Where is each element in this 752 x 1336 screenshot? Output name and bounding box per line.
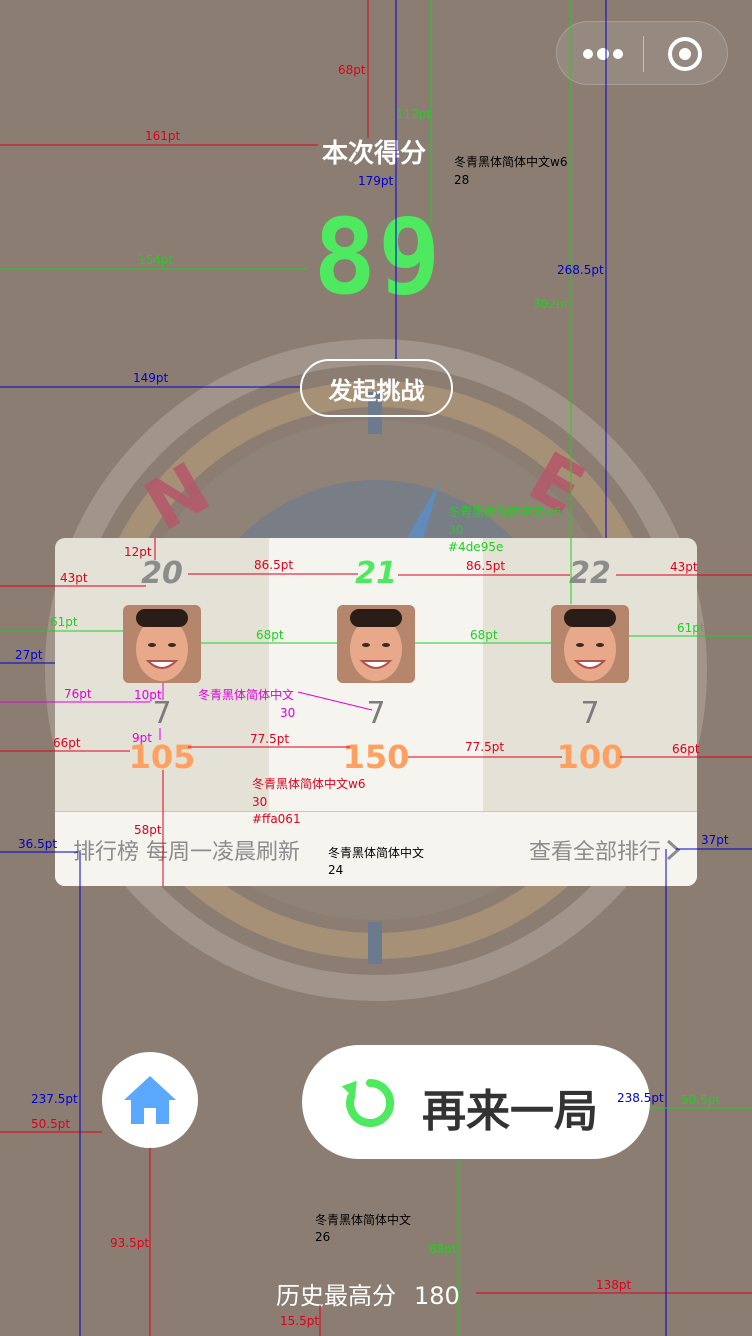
annotation-label: 58pt	[134, 823, 162, 837]
annotation-label: 冬青黑体简体中文w6	[252, 777, 366, 791]
annotation-label: 30	[448, 523, 464, 537]
annotation-label: 302pt	[533, 297, 569, 311]
annotation-label: 冬青黑体简体中文	[328, 846, 425, 860]
annotation-lines	[0, 0, 752, 1336]
annotation-label: 77.5pt	[465, 740, 505, 754]
annotation-label: 冬青黑体简体中文	[315, 1213, 412, 1227]
annotation-label: 43pt	[60, 571, 88, 585]
annotation-label: 86.5pt	[254, 558, 294, 572]
annotation-label: 68pt	[338, 63, 366, 77]
annotation-label: 9pt	[132, 731, 152, 745]
annotation-label: 86.5pt	[466, 559, 506, 573]
annotation-label: 238.5pt	[617, 1091, 664, 1105]
annotation-label: 179pt	[358, 174, 394, 188]
annotation-label: 154pt	[138, 253, 174, 267]
annotation-label: 43pt	[670, 560, 698, 574]
annotation-label: 12pt	[124, 545, 152, 559]
annotation-label: 24	[328, 863, 344, 877]
annotation-label: 50.5pt	[681, 1093, 721, 1107]
annotation-label: #ffa061	[252, 812, 301, 826]
annotation-label: 36.5pt	[18, 837, 58, 851]
annotation-label: 冬青黑体简体中文w6	[454, 155, 568, 169]
annotation-label: 138pt	[596, 1278, 632, 1292]
annotation-label: 161pt	[145, 129, 181, 143]
annotation-label: 68pt	[470, 628, 498, 642]
annotation-label: 15.5pt	[280, 1314, 320, 1328]
annotation-label: 37pt	[701, 833, 729, 847]
annotation-label: 冬青黑体简体中文	[198, 688, 295, 702]
annotation-label: #4de95e	[448, 540, 504, 554]
annotation-label: 冬青黑体简体中文w6	[448, 505, 562, 519]
annotation-label: 61pt	[677, 621, 705, 635]
annotation-label: 112pt	[396, 107, 432, 121]
annotation-label: 77.5pt	[250, 732, 290, 746]
annotation-label: 30	[252, 795, 268, 809]
annotation-label: 61pt	[50, 615, 78, 629]
annotation-label: 237.5pt	[31, 1092, 78, 1106]
annotation-label: 268.5pt	[557, 263, 604, 277]
annotation-label: 88pt	[429, 1242, 457, 1256]
annotation-label: 76pt	[64, 687, 92, 701]
annotation-label: 66pt	[672, 742, 700, 756]
annotation-label: 10pt	[134, 688, 162, 702]
annotation-label: 93.5pt	[110, 1236, 150, 1250]
annotation-label: 30	[280, 706, 296, 720]
annotation-label: 50.5pt	[31, 1117, 71, 1131]
annotation-label: 26	[315, 1230, 331, 1244]
annotation-label: 68pt	[256, 628, 284, 642]
annotation-label: 66pt	[53, 736, 81, 750]
annotation-label: 27pt	[15, 648, 43, 662]
annotation-label: 149pt	[133, 371, 169, 385]
annotation-label: 28	[454, 173, 470, 187]
